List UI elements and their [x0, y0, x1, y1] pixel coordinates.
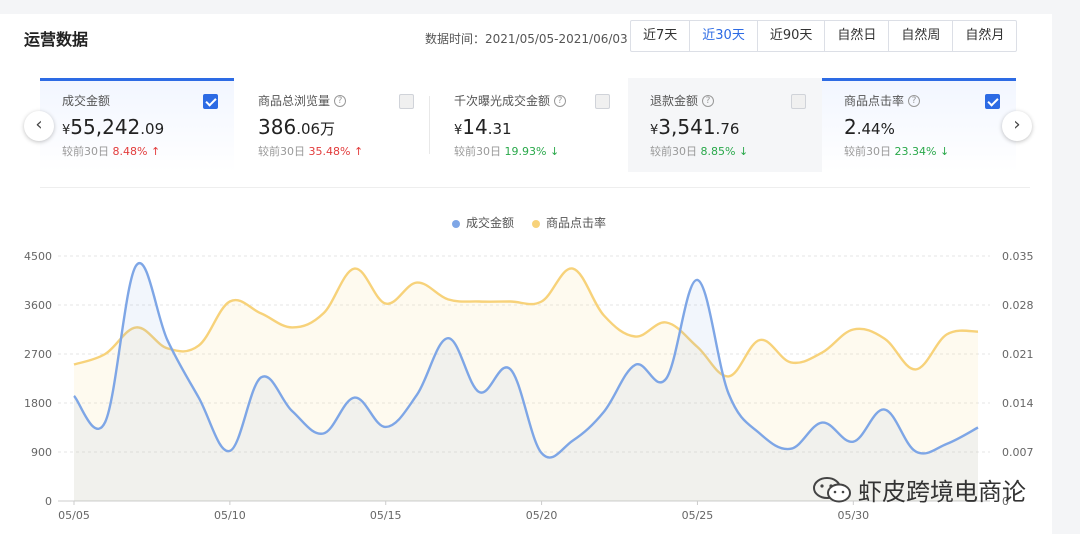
- y-left-tick-label: 4500: [24, 250, 52, 263]
- y-left-tick-label: 3600: [24, 299, 52, 312]
- tab-last-30-days[interactable]: 近30天: [690, 21, 758, 51]
- y-right-tick-label: 0.014: [1002, 397, 1034, 410]
- metric-card-gmv-per-mille[interactable]: 千次曝光成交金额? ¥14.31 较前30日 19.93% ↓: [432, 78, 626, 172]
- page-title: 运营数据: [24, 30, 89, 49]
- metric-card-page-views[interactable]: 商品总浏览量? 386.06万 较前30日 35.48% ↑: [236, 78, 430, 172]
- metric-label: 商品点击率: [844, 94, 905, 108]
- chart-legend: 成交金额 商品点击率: [452, 214, 606, 231]
- time-range-tabs: 近7天 近30天 近90天 自然日 自然周 自然月: [630, 20, 1018, 52]
- metric-checkbox[interactable]: [985, 94, 1000, 109]
- divider: [40, 187, 1030, 188]
- arrow-up-icon: ↑: [150, 145, 161, 158]
- help-icon[interactable]: ?: [334, 94, 347, 107]
- legend-item[interactable]: 商品点击率: [532, 214, 606, 231]
- divider: [429, 96, 430, 154]
- tab-natural-day[interactable]: 自然日: [825, 21, 890, 51]
- date-range-text: 数据时间：2021/05/05-2021/06/03: [425, 32, 628, 46]
- legend-dot-icon: [532, 219, 541, 228]
- arrow-down-icon: ↓: [549, 145, 560, 158]
- tab-natural-week[interactable]: 自然周: [889, 21, 954, 51]
- wechat-icon: [813, 476, 851, 502]
- legend-item[interactable]: 成交金额: [452, 214, 514, 231]
- metric-compare: 较前30日 8.48% ↑: [62, 145, 161, 158]
- y-left-tick-label: 1800: [24, 397, 52, 410]
- help-icon[interactable]: ?: [554, 94, 567, 107]
- metric-value: 2.44%: [844, 115, 895, 139]
- y-right-tick-label: 0.021: [1002, 348, 1034, 361]
- metric-label: 千次曝光成交金额: [454, 94, 551, 108]
- help-icon[interactable]: ?: [702, 94, 715, 107]
- metric-compare: 较前30日 19.93% ↓: [454, 145, 560, 158]
- metric-compare: 较前30日 35.48% ↑: [258, 145, 364, 158]
- metric-value: 386.06万: [258, 115, 336, 139]
- metric-value: ¥14.31: [454, 115, 512, 139]
- arrow-up-icon: ↑: [353, 145, 364, 158]
- metric-compare: 较前30日 23.34% ↓: [844, 145, 950, 158]
- y-left-tick-label: 2700: [24, 348, 52, 361]
- y-left-tick-label: 0: [45, 495, 52, 508]
- metric-card-refund[interactable]: 退款金额? ¥3,541.76 较前30日 8.85% ↓: [628, 78, 822, 172]
- chevron-left-icon[interactable]: ‹: [24, 111, 54, 141]
- tab-natural-month[interactable]: 自然月: [953, 21, 1016, 51]
- x-tick-label: 05/20: [526, 509, 558, 522]
- tab-last-90-days[interactable]: 近90天: [758, 21, 826, 51]
- metric-value: ¥55,242.09: [62, 115, 165, 139]
- metric-compare: 较前30日 8.85% ↓: [650, 145, 749, 158]
- metric-card-ctr[interactable]: 商品点击率? 2.44% 较前30日 23.34% ↓: [822, 78, 1016, 172]
- x-tick-label: 05/25: [682, 509, 714, 522]
- metric-checkbox[interactable]: [791, 94, 806, 109]
- metric-label: 退款金额: [650, 94, 699, 108]
- metric-checkbox[interactable]: [595, 94, 610, 109]
- chevron-right-icon[interactable]: ›: [1002, 111, 1032, 141]
- tab-last-7-days[interactable]: 近7天: [631, 21, 691, 51]
- metric-label: 商品总浏览量: [258, 94, 331, 108]
- x-tick-label: 05/05: [58, 509, 90, 522]
- x-tick-label: 05/10: [214, 509, 246, 522]
- metric-value: ¥3,541.76: [650, 115, 740, 139]
- help-icon[interactable]: ?: [908, 94, 921, 107]
- y-left-tick-label: 900: [31, 446, 52, 459]
- y-right-tick-label: 0.035: [1002, 250, 1034, 263]
- arrow-down-icon: ↓: [939, 145, 950, 158]
- y-right-tick-label: 0.007: [1002, 446, 1034, 459]
- watermark: 虾皮跨境电商论: [812, 472, 1026, 507]
- metric-card-gmv[interactable]: 成交金额 ¥55,242.09 较前30日 8.48% ↑: [40, 78, 234, 172]
- arrow-down-icon: ↓: [738, 145, 749, 158]
- x-tick-label: 05/15: [370, 509, 402, 522]
- metric-checkbox[interactable]: [203, 94, 218, 109]
- y-right-tick-label: 0.028: [1002, 299, 1034, 312]
- legend-dot-icon: [452, 219, 460, 228]
- metric-checkbox[interactable]: [399, 94, 414, 109]
- metric-cards: 成交金额 ¥55,242.09 较前30日 8.48% ↑ 商品总浏览量? 38…: [40, 78, 1016, 172]
- metric-label: 成交金额: [62, 94, 111, 108]
- x-tick-label: 05/30: [837, 509, 869, 522]
